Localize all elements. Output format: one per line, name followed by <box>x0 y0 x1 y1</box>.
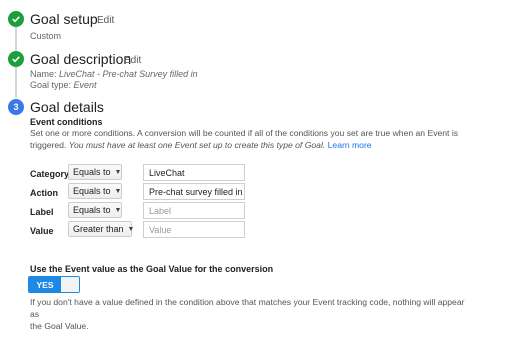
goal-type-label: Goal type: <box>30 80 72 90</box>
step-number-badge: 3 <box>8 99 24 115</box>
value-operator-dropdown[interactable]: Greater than ▼ <box>68 221 135 237</box>
event-conditions-help-line2: triggered. You must have at least one Ev… <box>30 139 470 151</box>
condition-label-category: Category <box>30 169 70 179</box>
event-conditions-help: Set one or more conditions. A conversion… <box>30 127 470 151</box>
help-plain-text: triggered. <box>30 140 69 150</box>
learn-more-link[interactable]: Learn more <box>328 140 372 150</box>
caret-down-icon: ▼ <box>114 206 122 214</box>
action-operator-dropdown[interactable]: Equals to ▼ <box>68 183 122 199</box>
toggle-on-label: YES <box>29 277 61 292</box>
operator-selected: Equals to <box>73 186 111 196</box>
operator-selected: Equals to <box>73 205 111 215</box>
goal-name-label: Name: <box>30 69 57 79</box>
condition-label-label: Label <box>30 207 54 217</box>
operator-selected: Greater than <box>73 224 124 234</box>
help-italic-text: You must have at least one Event set up … <box>68 140 326 150</box>
category-operator-dropdown[interactable]: Equals to ▼ <box>68 164 122 180</box>
condition-label-action: Action <box>30 188 58 198</box>
value-value-input[interactable]: Value <box>143 221 245 238</box>
goal-value-help-line1: If you don't have a value defined in the… <box>30 297 465 319</box>
goal-name-line: Name: LiveChat - Pre-chat Survey filled … <box>30 69 198 79</box>
toggle-knob <box>61 277 79 292</box>
goal-value-heading: Use the Event value as the Goal Value fo… <box>30 264 274 274</box>
label-value-input[interactable]: Label <box>143 202 245 219</box>
caret-down-icon: ▼ <box>127 225 135 233</box>
goal-setup-summary: Custom <box>30 31 62 41</box>
category-value-input[interactable]: LiveChat <box>143 164 245 181</box>
edit-goal-setup-link[interactable]: Edit <box>97 15 114 26</box>
step-connector <box>15 66 17 98</box>
goal-type-value: Event <box>73 80 97 90</box>
step-title-goal-details: Goal details <box>30 99 104 115</box>
caret-down-icon: ▼ <box>114 168 122 176</box>
label-operator-dropdown[interactable]: Equals to ▼ <box>68 202 122 218</box>
check-icon <box>8 51 24 67</box>
step-connector <box>15 26 17 54</box>
edit-goal-description-link[interactable]: Edit <box>124 55 141 66</box>
event-conditions-help-line1: Set one or more conditions. A conversion… <box>30 128 459 138</box>
operator-selected: Equals to <box>73 167 111 177</box>
goal-value-help-line2: the Goal Value. <box>30 321 89 331</box>
goal-name-value: LiveChat - Pre-chat Survey filled in <box>59 69 198 79</box>
check-icon <box>8 11 24 27</box>
goal-type-line: Goal type: Event <box>30 80 97 90</box>
goal-value-help: If you don't have a value defined in the… <box>30 296 470 332</box>
step-title-goal-description: Goal description <box>30 51 132 67</box>
action-value-input[interactable]: Pre-chat survey filled in <box>143 183 245 200</box>
condition-label-value: Value <box>30 226 54 236</box>
caret-down-icon: ▼ <box>114 187 122 195</box>
step-title-goal-setup: Goal setup <box>30 11 98 27</box>
goal-value-toggle[interactable]: YES <box>28 276 80 293</box>
event-conditions-heading: Event conditions <box>30 117 103 127</box>
